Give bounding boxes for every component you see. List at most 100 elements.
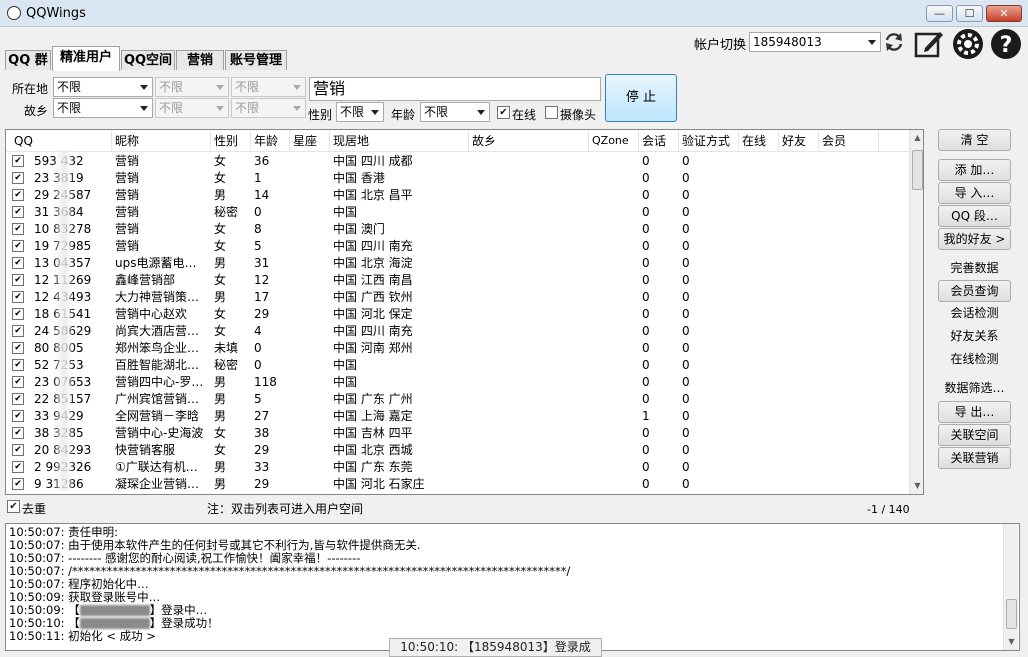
camera-checkbox[interactable] bbox=[545, 106, 558, 119]
table-row[interactable]: ✔10 83278营销女8中国 澳门00 bbox=[6, 221, 909, 238]
log-scrollbar[interactable]: ▼ bbox=[1003, 524, 1018, 650]
col-nickname[interactable]: 昵称 bbox=[112, 130, 211, 152]
table-row[interactable]: ✔33 9429全网营销－李晗男27中国 上海 嘉定10 bbox=[6, 408, 909, 425]
log-scroll-thumb[interactable] bbox=[1006, 599, 1017, 629]
gear-icon[interactable] bbox=[952, 28, 984, 60]
table-row[interactable]: ✔29 24587营销男14中国 北京 昌平00 bbox=[6, 187, 909, 204]
col-verify[interactable]: 验证方式 bbox=[679, 130, 739, 152]
table-row[interactable]: ✔12 11269鑫峰营销部女12中国 江西 南昌00 bbox=[6, 272, 909, 289]
col-gender[interactable]: 性别 bbox=[211, 130, 251, 152]
location-select[interactable]: 不限 bbox=[53, 77, 153, 97]
row-checkbox[interactable]: ✔ bbox=[12, 291, 24, 303]
col-qzone[interactable]: QZone bbox=[589, 130, 639, 152]
row-checkbox[interactable]: ✔ bbox=[12, 427, 24, 439]
row-checkbox[interactable]: ✔ bbox=[12, 274, 24, 286]
col-qq[interactable]: QQ bbox=[11, 130, 112, 152]
edit-icon[interactable] bbox=[913, 28, 945, 60]
table-row[interactable]: ✔18 61541营销中心赵欢女29中国 河北 保定00 bbox=[6, 306, 909, 323]
col-online[interactable]: 在线 bbox=[739, 130, 779, 152]
table-row[interactable]: ✔38 3285营销中心-史海波女38中国 吉林 四平00 bbox=[6, 425, 909, 442]
table-row[interactable]: ✔22 85157广州宾馆营销…男5中国 广东 广州00 bbox=[6, 391, 909, 408]
row-checkbox[interactable]: ✔ bbox=[12, 240, 24, 252]
table-row[interactable]: ✔52 7253百胜智能湖北…秘密0中国00 bbox=[6, 357, 909, 374]
table-row[interactable]: ✔80 8005郑州笨鸟企业…未填0中国 河南 郑州00 bbox=[6, 340, 909, 357]
col-member[interactable]: 会员 bbox=[819, 130, 879, 152]
row-checkbox[interactable]: ✔ bbox=[12, 206, 24, 218]
refresh-icon[interactable] bbox=[883, 31, 905, 53]
account-select[interactable]: 185948013 bbox=[749, 32, 881, 52]
table-row[interactable]: ✔13 04357ups电源蓄电…男31中国 北京 海淀00 bbox=[6, 255, 909, 272]
row-checkbox[interactable]: ✔ bbox=[12, 359, 24, 371]
table-row[interactable]: ✔2 992326①广联达有机…男33中国 广东 东莞00 bbox=[6, 459, 909, 476]
table-row[interactable]: ✔23 07653营销四中心-罗…男118中国00 bbox=[6, 374, 909, 391]
table-row[interactable]: ✔23 3819营销女1中国 香港00 bbox=[6, 170, 909, 187]
table-row[interactable]: ✔9 31286凝琛企业营销…男29中国 河北 石家庄00 bbox=[6, 476, 909, 493]
online-checkbox[interactable]: ✔ bbox=[497, 106, 510, 119]
tab-precise-users[interactable]: 精准用户 bbox=[52, 46, 120, 71]
close-button[interactable]: ✕ bbox=[986, 5, 1022, 22]
user-table[interactable]: QQ 昵称 性别 年龄 星座 现居地 故乡 QZone 会话 验证方式 在线 好… bbox=[5, 129, 924, 495]
row-checkbox[interactable]: ✔ bbox=[12, 172, 24, 184]
row-checkbox[interactable]: ✔ bbox=[12, 257, 24, 269]
online-check-link[interactable]: 在线检测 bbox=[938, 350, 1011, 368]
row-checkbox[interactable]: ✔ bbox=[12, 461, 24, 473]
row-checkbox[interactable]: ✔ bbox=[12, 325, 24, 337]
tab-qq-group[interactable]: QQ 群 bbox=[5, 50, 51, 70]
stop-button[interactable]: 停 止 bbox=[605, 74, 677, 122]
complete-data-link[interactable]: 完善数据 bbox=[938, 259, 1011, 277]
row-checkbox[interactable]: ✔ bbox=[12, 444, 24, 456]
row-checkbox[interactable]: ✔ bbox=[12, 376, 24, 388]
table-row[interactable]: ✔31 3684营销秘密0中国00 bbox=[6, 204, 909, 221]
member-query-button[interactable]: 会员查询 bbox=[938, 280, 1011, 302]
hometown-cell bbox=[469, 442, 589, 459]
add-button[interactable]: 添 加… bbox=[938, 159, 1011, 181]
col-session[interactable]: 会话 bbox=[639, 130, 679, 152]
tab-qq-space[interactable]: QQ空间 bbox=[121, 50, 175, 70]
maximize-button[interactable]: ☐ bbox=[956, 5, 983, 22]
residence-cell: 中国 四川 南充 bbox=[333, 239, 413, 253]
tab-marketing[interactable]: 营销 bbox=[176, 50, 224, 70]
age-select[interactable]: 不限 bbox=[420, 102, 490, 122]
table-row[interactable]: ✔20 84293快营销客服女29中国 北京 西城00 bbox=[6, 442, 909, 459]
table-row[interactable]: ✔24 58629尚宾大酒店营…女4中国 四川 南充00 bbox=[6, 323, 909, 340]
clear-button[interactable]: 清 空 bbox=[938, 129, 1011, 151]
session-check-link[interactable]: 会话检测 bbox=[938, 304, 1011, 322]
col-age[interactable]: 年龄 bbox=[251, 130, 290, 152]
my-friends-button[interactable]: 我的好友 > bbox=[938, 228, 1011, 250]
import-button[interactable]: 导 入… bbox=[938, 182, 1011, 204]
tab-account-management[interactable]: 账号管理 bbox=[225, 50, 287, 70]
hometown-select[interactable]: 不限 bbox=[53, 98, 153, 118]
friend-relation-link[interactable]: 好友关系 bbox=[938, 327, 1011, 345]
col-friend[interactable]: 好友 bbox=[779, 130, 819, 152]
log-panel[interactable]: 10:50:07: 责任申明: 10:50:07: 由于使用本软件产生的任何封号… bbox=[5, 523, 1020, 651]
scroll-up-icon[interactable]: ▲ bbox=[910, 130, 923, 146]
gender-select[interactable]: 不限 bbox=[336, 102, 384, 122]
keyword-input[interactable]: 营销 bbox=[309, 77, 601, 101]
link-space-button[interactable]: 关联空间 bbox=[938, 424, 1011, 446]
table-row[interactable]: ✔19 72985营销女5中国 四川 南充00 bbox=[6, 238, 909, 255]
help-icon[interactable]: ? bbox=[990, 28, 1022, 60]
row-checkbox[interactable]: ✔ bbox=[12, 410, 24, 422]
row-checkbox[interactable]: ✔ bbox=[12, 308, 24, 320]
col-residence[interactable]: 现居地 bbox=[330, 130, 469, 152]
row-checkbox[interactable]: ✔ bbox=[12, 342, 24, 354]
scroll-down-icon[interactable]: ▼ bbox=[910, 478, 923, 494]
table-scrollbar[interactable]: ▲ ▼ bbox=[909, 130, 923, 494]
export-button[interactable]: 导 出… bbox=[938, 401, 1011, 423]
row-checkbox[interactable]: ✔ bbox=[12, 189, 24, 201]
col-hometown[interactable]: 故乡 bbox=[469, 130, 589, 152]
row-checkbox[interactable]: ✔ bbox=[12, 478, 24, 490]
row-checkbox[interactable]: ✔ bbox=[12, 393, 24, 405]
table-row[interactable]: ✔593 432营销女36中国 四川 成都00 bbox=[6, 153, 909, 170]
qq-range-button[interactable]: QQ 段… bbox=[938, 205, 1011, 227]
scroll-thumb[interactable] bbox=[912, 150, 923, 190]
minimize-button[interactable]: — bbox=[926, 5, 953, 22]
row-checkbox[interactable]: ✔ bbox=[12, 155, 24, 167]
dedupe-checkbox[interactable]: ✔ bbox=[7, 500, 20, 513]
link-marketing-button[interactable]: 关联营销 bbox=[938, 447, 1011, 469]
col-zodiac[interactable]: 星座 bbox=[290, 130, 330, 152]
scroll-down-icon[interactable]: ▼ bbox=[1004, 634, 1019, 650]
row-checkbox[interactable]: ✔ bbox=[12, 223, 24, 235]
data-filter-link[interactable]: 数据筛选… bbox=[938, 379, 1011, 397]
table-row[interactable]: ✔12 43493大力神营销策…男17中国 广西 钦州00 bbox=[6, 289, 909, 306]
